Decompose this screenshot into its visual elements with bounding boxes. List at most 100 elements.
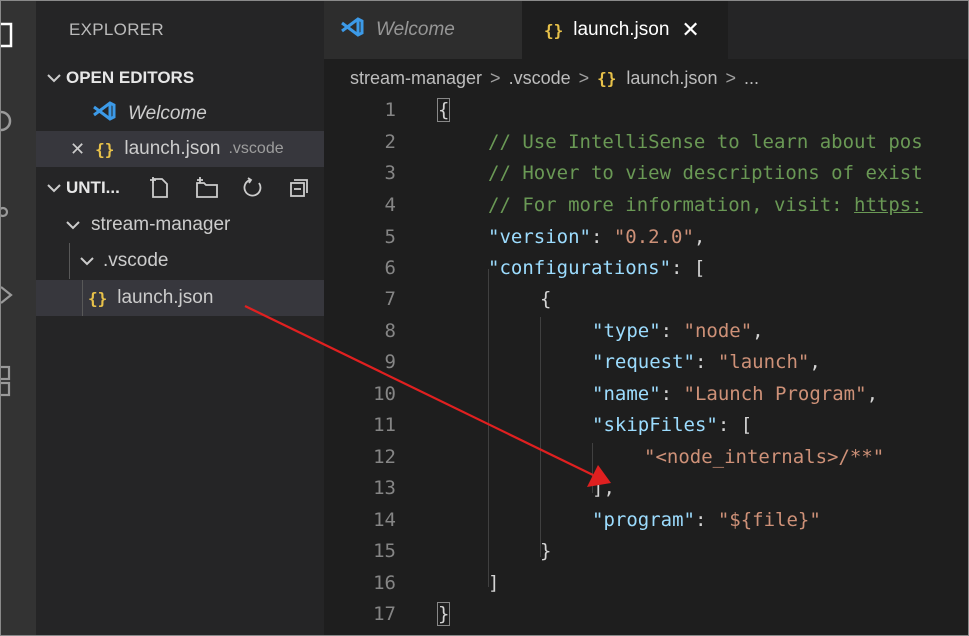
workspace-label: UNTI...	[66, 178, 120, 197]
chevron-down-icon	[75, 250, 99, 272]
open-editors-header[interactable]: OPEN EDITORS	[36, 60, 324, 96]
line-number: 11	[373, 414, 396, 436]
tree-folder-stream-manager[interactable]: stream-manager	[36, 207, 324, 243]
indent-guide	[540, 317, 541, 557]
code-line: ]	[488, 572, 500, 594]
tree-indent-guide	[82, 280, 83, 316]
json-punct: ,	[752, 320, 764, 342]
open-editor-welcome-label: Welcome	[128, 103, 207, 124]
open-editor-welcome[interactable]: Welcome	[36, 96, 324, 132]
vscode-window: EXPLORER OPEN EDITORS Welcome ✕ {} launc…	[0, 0, 969, 636]
json-file-icon: {}	[597, 68, 617, 88]
tree-file-launch-json[interactable]: {} launch.json	[36, 280, 324, 316]
line-number: 15	[373, 540, 396, 562]
line-number: 13	[373, 477, 396, 499]
code-line: "program": "${file}"	[592, 509, 821, 531]
tree-file-launch-json-label: launch.json	[117, 287, 214, 308]
json-punct: :	[660, 383, 684, 405]
line-number: 9	[384, 351, 396, 373]
indent-guide	[488, 269, 489, 587]
code-editor[interactable]: 1 2 3 4 5 6 7 8 9 10 11 12 13 14 15 16 1…	[324, 95, 968, 635]
search-icon[interactable]	[1, 103, 23, 139]
json-punct: : [	[717, 414, 753, 436]
tree-indent-guide	[69, 243, 70, 279]
json-string: "${file}"	[717, 509, 821, 531]
json-punct: ,	[693, 226, 706, 248]
comment-link[interactable]: https:	[854, 194, 923, 216]
breadcrumb-separator: >	[725, 67, 736, 88]
breadcrumb-item[interactable]: stream-manager	[350, 68, 482, 89]
editor-tabs: Welcome {} launch.json ✕	[324, 1, 968, 59]
line-number: 7	[384, 288, 396, 310]
open-editor-launch-json-folder: .vscode	[228, 140, 284, 157]
json-punct: : [	[671, 257, 706, 279]
json-key: "skipFiles"	[592, 414, 718, 436]
run-debug-icon[interactable]	[1, 277, 23, 313]
open-editor-launch-json[interactable]: ✕ {} launch.json .vscode	[36, 131, 324, 167]
json-punct: :	[660, 320, 684, 342]
refresh-icon[interactable]	[240, 175, 266, 201]
json-string: "Launch Program"	[683, 383, 867, 405]
code-line: "skipFiles": [	[592, 414, 752, 436]
json-key: "request"	[592, 351, 695, 373]
code-comment: // Use IntelliSense to learn about pos	[488, 131, 923, 153]
line-number: 8	[384, 320, 396, 342]
json-punct: :	[694, 351, 718, 373]
line-number: 6	[384, 257, 396, 279]
json-string: "0.2.0"	[613, 226, 694, 248]
bracket: {	[436, 98, 451, 122]
new-folder-icon[interactable]	[194, 175, 220, 201]
close-icon[interactable]: ✕	[70, 139, 85, 160]
tab-launch-json-label: launch.json	[573, 19, 670, 40]
line-number: 1	[384, 99, 396, 121]
comment-text: // For more information, visit:	[488, 194, 855, 216]
line-number: 16	[373, 572, 396, 594]
code-comment: // Hover to view descriptions of exist	[488, 162, 923, 184]
line-number: 3	[384, 162, 396, 184]
code-line: "version": "0.2.0",	[488, 226, 705, 248]
json-key: "version"	[488, 226, 591, 248]
line-number: 4	[384, 194, 396, 216]
tab-welcome[interactable]: Welcome	[324, 1, 522, 59]
line-number: 2	[384, 131, 396, 153]
new-file-icon[interactable]	[146, 175, 172, 201]
json-file-icon: {}	[544, 20, 564, 40]
open-editor-launch-json-label: launch.json	[124, 138, 221, 159]
code-line: {	[436, 98, 451, 122]
json-key: "configurations"	[488, 257, 672, 279]
code-comment: // For more information, visit: https:	[488, 194, 923, 216]
code-line: ],	[592, 477, 615, 499]
line-number: 17	[373, 603, 396, 625]
code-line: "type": "node",	[592, 320, 764, 342]
tree-folder-vscode-label: .vscode	[103, 250, 169, 271]
sidebar-title: EXPLORER	[69, 20, 164, 39]
tree-folder-vscode[interactable]: .vscode	[36, 243, 324, 279]
tab-welcome-label: Welcome	[376, 19, 455, 40]
tree-folder-stream-manager-label: stream-manager	[91, 214, 231, 235]
workspace-header[interactable]: UNTI...	[36, 170, 324, 206]
line-number: 5	[384, 226, 396, 248]
json-string: "<node_internals>/**"	[644, 446, 885, 468]
breadcrumb-item[interactable]: launch.json	[626, 68, 717, 89]
code-line: "request": "launch",	[592, 351, 821, 373]
extensions-icon[interactable]	[1, 363, 23, 399]
code-line: {	[540, 288, 552, 310]
activity-bar	[1, 1, 36, 635]
breadcrumb-separator: >	[490, 67, 501, 88]
json-file-icon: {}	[88, 288, 108, 308]
explorer-sidebar: EXPLORER OPEN EDITORS Welcome ✕ {} launc…	[36, 1, 324, 635]
breadcrumb-item[interactable]: ...	[744, 68, 759, 89]
code-line: "name": "Launch Program",	[592, 383, 878, 405]
open-editors-label: OPEN EDITORS	[66, 68, 195, 87]
close-icon[interactable]: ✕	[681, 17, 699, 43]
source-control-icon[interactable]	[1, 189, 23, 225]
breadcrumb: stream-manager > .vscode > {} launch.jso…	[350, 65, 759, 91]
chevron-down-icon	[42, 68, 66, 88]
tab-launch-json[interactable]: {} launch.json ✕	[522, 1, 728, 59]
breadcrumb-item[interactable]: .vscode	[509, 68, 571, 89]
collapse-all-icon[interactable]	[286, 175, 312, 201]
json-key: "type"	[592, 320, 661, 342]
json-punct: :	[694, 509, 718, 531]
files-icon[interactable]	[1, 17, 23, 53]
json-string: "node"	[683, 320, 753, 342]
